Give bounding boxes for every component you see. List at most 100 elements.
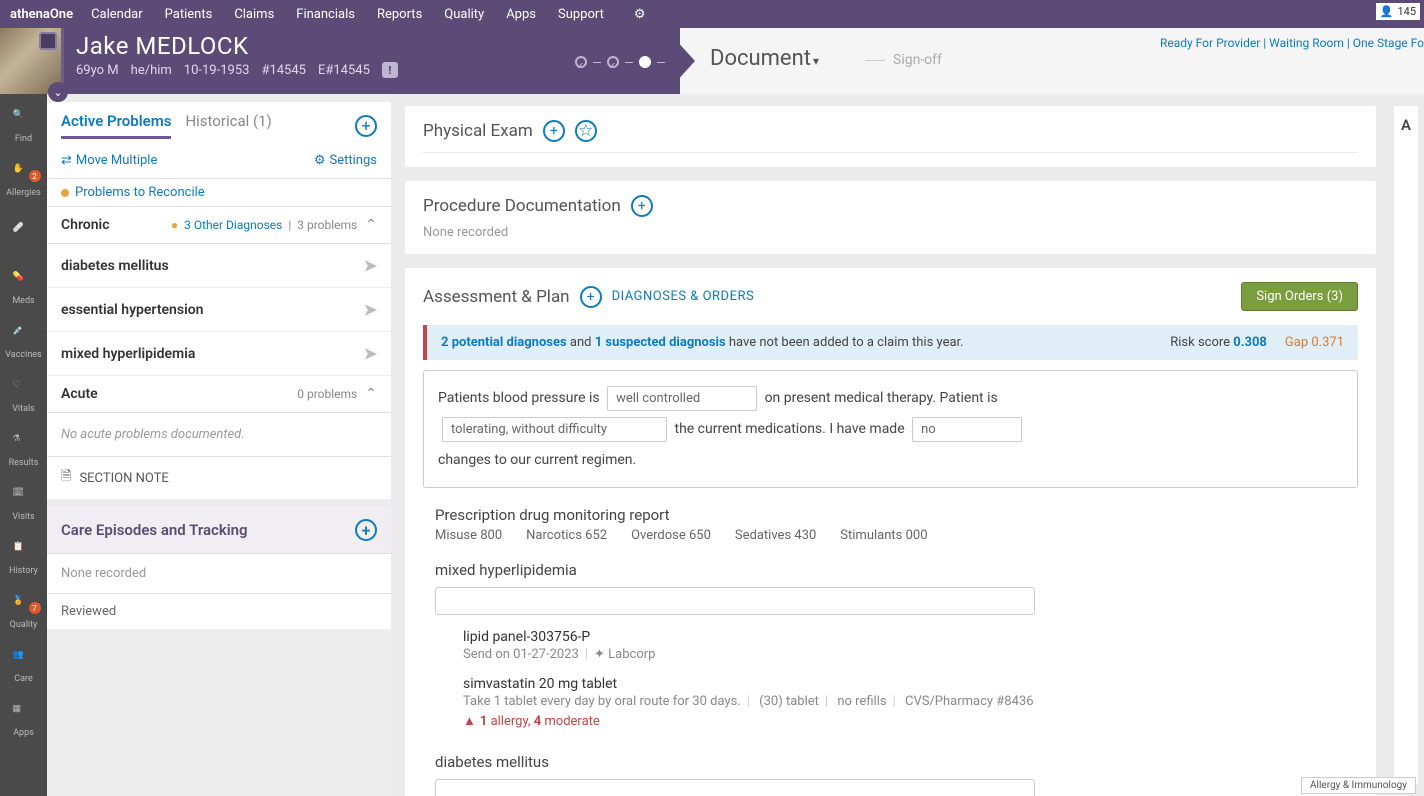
quicklink-ready[interactable]: Ready For Provider	[1160, 36, 1260, 50]
bandage-icon: 🩹	[13, 223, 35, 245]
sidebar-vaccines[interactable]: 💉Vaccines	[3, 320, 45, 366]
settings-label: Settings	[330, 153, 377, 168]
gear-icon[interactable]: ⚙	[634, 7, 646, 22]
reconcile-label: Problems to Reconcile	[75, 185, 205, 200]
sidebar-history[interactable]: 📋History	[3, 536, 45, 582]
top-nav: athenaOne Calendar Patients Claims Finan…	[0, 0, 1424, 28]
other-dx[interactable]: 3 Other Diagnoses	[184, 218, 282, 232]
add-procedure-button[interactable]: +	[631, 195, 653, 217]
problem-count: 3 problems	[297, 218, 357, 232]
problem-row[interactable]: mixed hyperlipidemia➤	[47, 332, 391, 376]
chevron-up-icon[interactable]: ⌃	[365, 217, 377, 233]
order-name: simvastatin 20 mg tablet	[463, 676, 1358, 692]
quicklink-waiting[interactable]: Waiting Room	[1269, 36, 1344, 50]
physical-exam-card: Physical Exam + ☆	[405, 106, 1376, 167]
patient-id: #14545	[261, 63, 306, 78]
tolerating-input[interactable]	[442, 417, 667, 442]
add-pe-button[interactable]: +	[543, 120, 565, 142]
tab-active-problems[interactable]: Active Problems	[61, 112, 171, 139]
order-lab: Labcorp	[608, 647, 655, 662]
sidebar-apps[interactable]: ▦Apps	[3, 698, 45, 744]
nav-financials[interactable]: Financials	[296, 7, 355, 22]
workflow-step-done[interactable]	[575, 56, 587, 68]
nav-patients[interactable]: Patients	[165, 7, 213, 22]
sidebar-vitals[interactable]: ♡Vitals	[3, 374, 45, 420]
sidebar-care[interactable]: 👥Care	[3, 644, 45, 690]
nav-support[interactable]: Support	[558, 7, 604, 22]
dx-note-input[interactable]	[435, 779, 1035, 796]
syringe-icon: 💉	[13, 326, 35, 348]
warn-label: moderate	[541, 714, 600, 729]
main-content: Physical Exam + ☆ Procedure Documentatio…	[391, 94, 1394, 796]
sign-orders-button[interactable]: Sign Orders (3)	[1241, 282, 1358, 311]
add-assessment-button[interactable]: +	[580, 286, 602, 308]
badge: 7	[29, 602, 41, 614]
sidebar-meds[interactable]: 💊Meds	[3, 266, 45, 312]
alert-icon[interactable]: !	[382, 62, 398, 78]
tab-historical[interactable]: Historical (1)	[185, 112, 271, 139]
changes-input[interactable]	[912, 417, 1022, 442]
user-badge[interactable]: 👤145	[1376, 3, 1420, 20]
workflow-step-done[interactable]	[607, 56, 619, 68]
quicklink-onestage[interactable]: One Stage Fo	[1353, 36, 1424, 50]
pdmr-section: Prescription drug monitoring report Misu…	[423, 506, 1358, 543]
problems-reconcile-link[interactable]: Problems to Reconcile	[47, 179, 391, 207]
procedure-title: Procedure Documentation	[423, 196, 621, 216]
stage-dropdown[interactable]: Document▾	[710, 46, 819, 71]
stage-current: Document	[710, 46, 811, 71]
move-multiple-link[interactable]: ⇄Move Multiple	[61, 153, 157, 168]
dx-block: diabetes mellitus	[423, 753, 1358, 796]
sidebar-label: Results	[9, 458, 39, 468]
template-text: changes to our current regimen.	[438, 452, 636, 468]
diagnoses-orders-link[interactable]: DIAGNOSES & ORDERS	[612, 289, 755, 304]
right-panel-collapsed[interactable]: A	[1394, 106, 1418, 784]
nav-apps[interactable]: Apps	[506, 7, 536, 22]
add-episode-button[interactable]: +	[355, 519, 377, 541]
sidebar-visits[interactable]: 🗓Visits	[3, 482, 45, 528]
calendar-icon: 🗓	[13, 488, 35, 510]
dx-note-input[interactable]	[435, 587, 1035, 615]
chronic-header[interactable]: Chronic ● 3 Other Diagnoses | 3 problems…	[47, 207, 391, 244]
sidebar-allergies[interactable]: ✋Allergies2	[3, 158, 45, 204]
order-item[interactable]: lipid panel-303756-P Send on 01-27-2023|…	[435, 629, 1358, 662]
forward-icon[interactable]: ➤	[364, 344, 377, 363]
forward-icon[interactable]: ➤	[364, 256, 377, 275]
problem-row[interactable]: diabetes mellitus➤	[47, 244, 391, 288]
lab-icon: ✦	[594, 647, 605, 662]
sidebar-quality[interactable]: 🏅Quality7	[3, 590, 45, 636]
patient-pronouns: he/him	[131, 63, 172, 78]
nav-reports[interactable]: Reports	[377, 7, 422, 22]
order-detail: Send on 01-27-2023	[463, 647, 579, 662]
template-text: on present medical therapy. Patient is	[765, 390, 998, 406]
acute-header[interactable]: Acute 0 problems ⌃	[47, 376, 391, 413]
nav-quality[interactable]: Quality	[444, 7, 484, 22]
settings-link[interactable]: ⚙Settings	[314, 153, 377, 168]
nav-calendar[interactable]: Calendar	[91, 7, 143, 22]
order-item[interactable]: simvastatin 20 mg tablet Take 1 tablet e…	[435, 676, 1358, 729]
problem-row[interactable]: essential hypertension➤	[47, 288, 391, 332]
procedure-card: Procedure Documentation + None recorded	[405, 181, 1376, 254]
stage-next[interactable]: Sign-off	[865, 52, 942, 68]
order-pharmacy: CVS/Pharmacy #8436	[905, 694, 1034, 709]
footer-chip[interactable]: Allergy & Immunology	[1301, 777, 1416, 794]
star-button[interactable]: ☆	[575, 120, 597, 142]
workflow-step-active[interactable]	[639, 56, 651, 68]
chevron-up-icon[interactable]: ⌃	[365, 386, 377, 402]
care-icon: 👥	[13, 650, 35, 672]
caret-down-icon: ▾	[813, 54, 819, 68]
order-qty: (30) tablet	[759, 694, 819, 709]
expand-banner-icon[interactable]: ⌄	[48, 82, 68, 102]
dx-block: mixed hyperlipidemia lipid panel-303756-…	[423, 561, 1358, 729]
icon-sidebar: 🔍Find ✋Allergies2 🩹 💊Meds 💉Vaccines ♡Vit…	[0, 94, 47, 796]
sidebar-results[interactable]: ⚗Results	[3, 428, 45, 474]
sidebar-problems[interactable]: 🩹	[3, 212, 45, 258]
bp-control-input[interactable]	[607, 386, 757, 411]
forward-icon[interactable]: ➤	[364, 300, 377, 319]
pdmr-item: Stimulants 000	[840, 528, 927, 543]
add-problem-button[interactable]: +	[355, 115, 377, 137]
section-note-button[interactable]: 🗎SECTION NOTE	[47, 456, 391, 499]
nav-claims[interactable]: Claims	[234, 7, 274, 22]
sidebar-find[interactable]: 🔍Find	[3, 104, 45, 150]
note-icon: 🗎	[61, 467, 71, 489]
care-episodes-reviewed: Reviewed	[47, 594, 391, 629]
